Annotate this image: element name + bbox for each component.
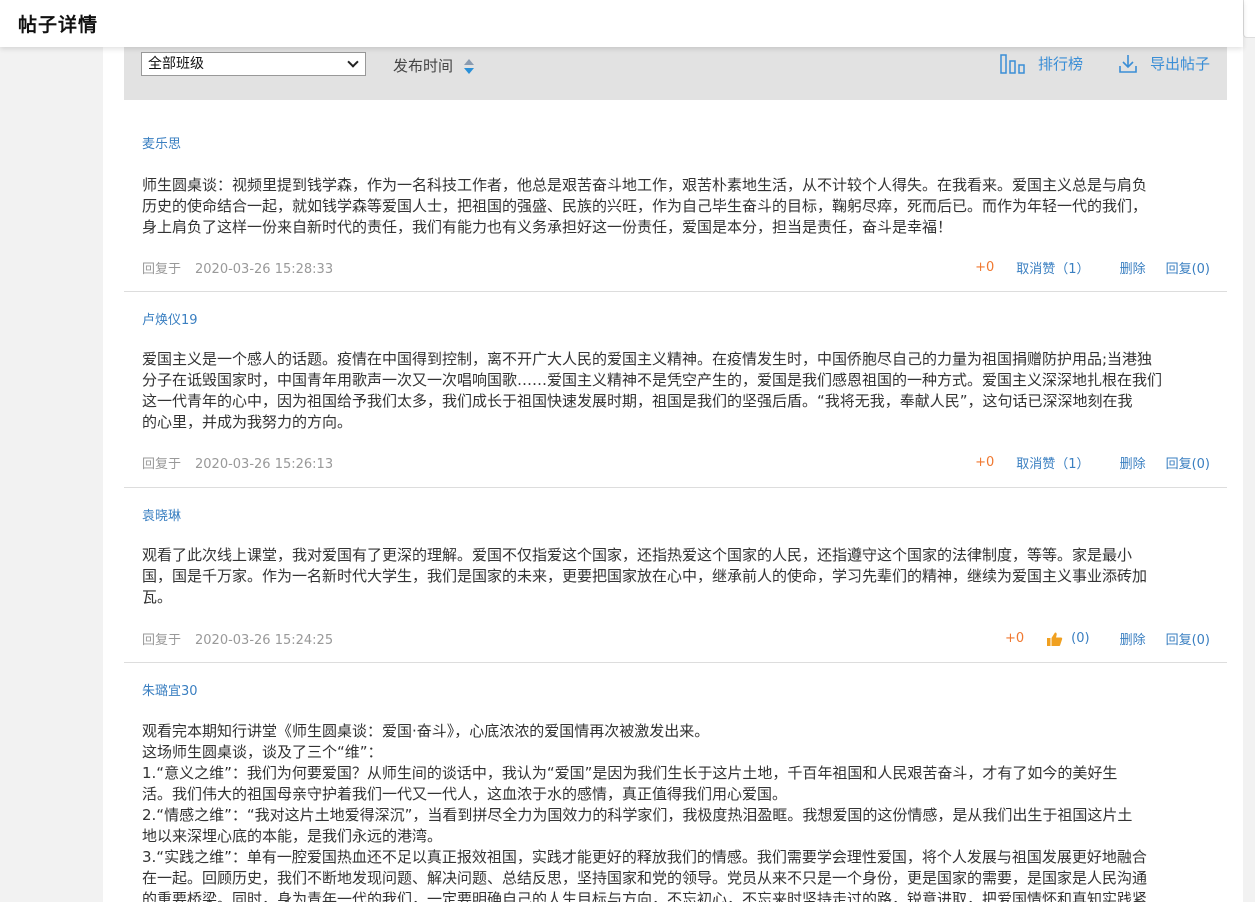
post-item: 袁晓琳 观看了此次线上课堂，我对爱国有了更深的理解。爱国不仅指爱这个国家，还指热… (124, 488, 1227, 663)
export-label: 导出帖子 (1150, 55, 1211, 73)
reply-prefix: 回复于 (142, 457, 182, 472)
reply-prefix: 回复于 (142, 262, 182, 277)
unlike-button[interactable]: 取消赞（1） (1016, 258, 1089, 277)
top-header: 帖子详情 (0, 0, 1243, 47)
score-count: +0 (1004, 631, 1025, 646)
post-line: 3.“实践之维”：单有一腔爱国热血还不足以真正报效祖国，实践才能更好的释放我们的… (142, 848, 1147, 866)
score-count: +0 (975, 455, 995, 470)
post-meta: 回复于 2020-03-26 15:24:25 (142, 629, 333, 648)
post-time: 2020-03-26 15:26:13 (195, 457, 334, 472)
post-line: 爱国主义是一个感人的话题。疫情在中国得到控制，离不开广大人民的爱国主义精神。在疫… (142, 350, 1153, 368)
page-title: 帖子详情 (18, 14, 99, 36)
ranking-button[interactable]: 排行榜 (1000, 53, 1083, 74)
delete-button[interactable]: 删除 (1120, 453, 1146, 472)
download-icon (1119, 54, 1137, 73)
post-line: 师生圆桌谈：视频里提到钱学森，作为一名科技工作者，他总是艰苦奋斗地工作，艰苦朴素… (142, 176, 1148, 194)
class-select-value: 全部班级 (148, 56, 204, 72)
post-line: 活。我们伟大的祖国母亲守护着我们一代又一代人，这血浓于水的感情，真正值得我们用心… (142, 785, 788, 803)
post-item: 卢焕仪19 爱国主义是一个感人的话题。疫情在中国得到控制，离不开广大人民的爱国主… (124, 292, 1227, 488)
post-meta: 回复于 2020-03-26 15:26:13 (142, 453, 333, 472)
post-author[interactable]: 袁晓琳 (142, 505, 181, 524)
post-line: 的心里，并成为我努力的方向。 (142, 413, 353, 431)
sort-arrows-icon (463, 58, 474, 76)
reply-button[interactable]: 回复(0) (1166, 453, 1210, 472)
post-body: 爱国主义是一个感人的话题。疫情在中国得到控制，离不开广大人民的爱国主义精神。在疫… (142, 349, 1214, 433)
bar-chart-icon (1000, 53, 1025, 74)
chevron-down-icon (347, 56, 359, 68)
post-actions: +0 取消赞（1） 删除 回复(0) (975, 258, 1210, 277)
delete-button[interactable]: 删除 (1120, 629, 1146, 648)
post-line: 1.“意义之维”：我们为何要爱国？从师生间的谈话中，我认为“爱国”是因为我们生长… (142, 764, 1118, 782)
like-count: (0) (1071, 631, 1090, 646)
post-line: 的重要桥梁。同时，身为青年一代的我们，一定要明确自己的人生目标与方向，不忘初心，… (142, 890, 1148, 902)
post-line: 国，国是千万家。作为一名新时代大学生，我们是国家的未来，更要把国家放在心中，继承… (142, 567, 1148, 585)
post-line: 历史的使命结合一起，就如钱学森等爱国人士，把祖国的强盛、民族的兴旺，作为自己毕生… (142, 197, 1148, 215)
post-author[interactable]: 卢焕仪19 (142, 309, 198, 328)
post-item: 朱璐宜30 观看完本期知行讲堂《师生圆桌谈：爱国·奋斗》，心底浓浓的爱国情再次被… (124, 663, 1227, 902)
post-line: 身上肩负了这样一份来自新时代的责任，我们有能力也有义务承担好这一份责任，爱国是本… (142, 218, 953, 236)
post-line: 2.“情感之维”：“我对这片土地爱得深沉”，当看到拼尽全力为国效力的科学家们，我… (142, 806, 1133, 824)
sort-by-time-button[interactable]: 发布时间 (393, 55, 474, 76)
reply-button[interactable]: 回复(0) (1166, 258, 1210, 277)
post-actions: +0 (0) 删除 回复(0) (1005, 629, 1210, 648)
post-actions: +0 取消赞（1） 删除 回复(0) (975, 453, 1210, 472)
post-line: 观看了此次线上课堂，我对爱国有了更深的理解。爱国不仅指爱这个国家，还指热爱这个国… (142, 546, 1133, 564)
post-body: 观看了此次线上课堂，我对爱国有了更深的理解。爱国不仅指爱这个国家，还指热爱这个国… (142, 545, 1214, 608)
post-line: 观看完本期知行讲堂《师生圆桌谈：爱国·奋斗》，心底浓浓的爱国情再次被激发出来。 (142, 722, 710, 740)
header-edge-decoration (1243, 0, 1255, 38)
post-line: 在一起。回顾历史，我们不断地发现问题、解决问题、总结反思，坚持国家和党的领导。党… (142, 869, 1148, 887)
post-line: 地以来深埋心底的本能，是我们永远的港湾。 (142, 827, 443, 845)
unlike-button[interactable]: 取消赞（1） (1016, 453, 1089, 472)
score-count: +0 (975, 260, 995, 275)
post-time: 2020-03-26 15:24:25 (195, 633, 334, 648)
post-line: 瓦。 (142, 588, 173, 606)
reply-prefix: 回复于 (142, 633, 182, 648)
class-select[interactable]: 全部班级 (141, 52, 366, 76)
reply-button[interactable]: 回复(0) (1166, 629, 1210, 648)
delete-button[interactable]: 删除 (1120, 258, 1146, 277)
post-time: 2020-03-26 15:28:33 (195, 262, 334, 277)
post-line: 分子在诋毁国家时，中国青年用歌声一次又一次唱响国歌……爱国主义精神不是凭空产生的… (142, 371, 1163, 389)
main-content: 全部班级 发布时间 排行榜 导出帖子 麦乐思 师生圆桌谈：视频里提到钱学森，作为… (103, 47, 1243, 902)
post-meta: 回复于 2020-03-26 15:28:33 (142, 258, 333, 277)
export-posts-button[interactable]: 导出帖子 (1118, 53, 1210, 74)
post-item: 麦乐思 师生圆桌谈：视频里提到钱学森，作为一名科技工作者，他总是艰苦奋斗地工作，… (124, 100, 1227, 292)
thumbs-up-icon (1047, 632, 1063, 646)
post-body: 观看完本期知行讲堂《师生圆桌谈：爱国·奋斗》，心底浓浓的爱国情再次被激发出来。 … (142, 721, 1214, 902)
ranking-label: 排行榜 (1038, 55, 1084, 73)
sort-time-label: 发布时间 (393, 57, 454, 75)
post-line: 这一代青年的心中，因为祖国给予我们太多，我们成长于祖国快速发展时期，祖国是我们的… (142, 392, 1133, 410)
post-body: 师生圆桌谈：视频里提到钱学森，作为一名科技工作者，他总是艰苦奋斗地工作，艰苦朴素… (142, 175, 1214, 238)
post-author[interactable]: 麦乐思 (142, 133, 181, 152)
filter-toolbar: 全部班级 发布时间 排行榜 导出帖子 (124, 47, 1227, 100)
post-author[interactable]: 朱璐宜30 (142, 680, 198, 699)
like-button[interactable]: (0) (1046, 631, 1090, 647)
post-line: 这场师生圆桌谈，谈及了三个“维”： (142, 743, 383, 761)
